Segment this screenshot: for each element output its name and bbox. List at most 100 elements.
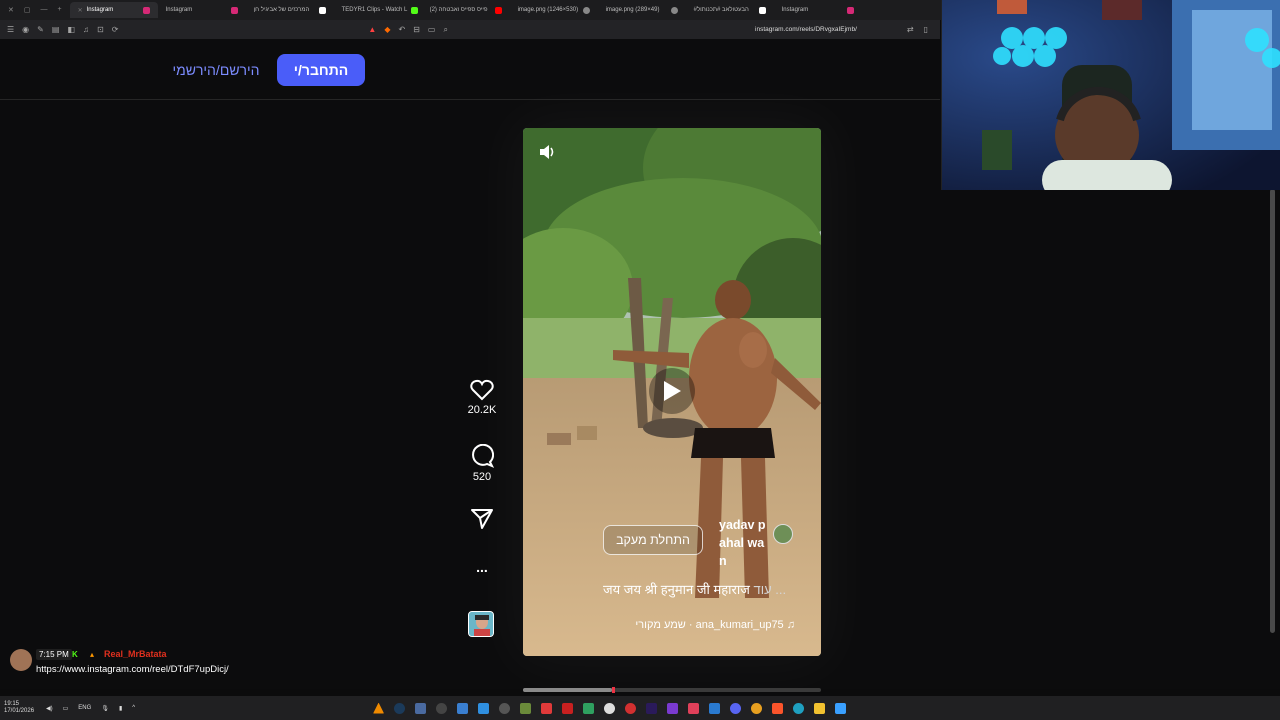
- app-icon[interactable]: [709, 702, 721, 714]
- music-icon[interactable]: ♫: [83, 25, 89, 34]
- login-button[interactable]: התחבר/י: [277, 54, 365, 86]
- app-icon[interactable]: [415, 702, 427, 714]
- tab-youtube[interactable]: (2) פייס ספייס ואבטחה: [422, 2, 510, 18]
- windows-start-icon[interactable]: [835, 702, 847, 714]
- minecraft-icon[interactable]: [520, 702, 532, 714]
- bookmark-icon[interactable]: ▯: [924, 25, 928, 34]
- panel-icon[interactable]: ◧: [67, 25, 75, 34]
- audio-info[interactable]: ♫ ana_kumari_up75 · שמע מקורי: [619, 619, 795, 631]
- tab-title: #הבעטולאב #תכנותול: [693, 7, 749, 13]
- tab-kick[interactable]: TEDYR1 Clips - Watch L: [334, 2, 422, 18]
- close-window-icon[interactable]: ✕: [8, 6, 14, 14]
- app-icon[interactable]: [583, 702, 595, 714]
- tab-close-icon[interactable]: ✕: [78, 7, 83, 14]
- volume-icon[interactable]: [537, 142, 557, 162]
- app-icon[interactable]: [688, 702, 700, 714]
- browser-toolbar: ☰ ◉ ✎ ▤ ◧ ♫ ⊡ ⟳ ▲ ◆ ↶ ⊟ ▭ ⌕ instagram.co…: [0, 20, 940, 39]
- warning-icon[interactable]: ▲: [368, 25, 376, 35]
- comment-icon[interactable]: [470, 444, 494, 468]
- tab-image[interactable]: image.png (289×49): [598, 2, 686, 18]
- microphone-icon[interactable]: 🎙︎: [101, 705, 109, 712]
- system-clock[interactable]: 19:15 17/01/2026: [0, 701, 40, 715]
- steam-icon[interactable]: [394, 702, 406, 714]
- clock-date: 17/01/2026: [4, 708, 35, 714]
- battery-icon[interactable]: ▮: [119, 705, 122, 712]
- tab-instagram-active[interactable]: ✕ Instagram: [69, 2, 158, 18]
- menu-icon[interactable]: ☰: [7, 25, 14, 34]
- app-icon[interactable]: [541, 702, 553, 714]
- instagram-icon: [846, 6, 854, 14]
- toolbar-mid-icons: ▲ ◆ ↶ ⊟ ▭ ⌕: [368, 25, 448, 35]
- instagram-icon: [142, 6, 150, 14]
- vlc-icon[interactable]: [373, 702, 385, 714]
- heart-icon[interactable]: [470, 379, 494, 401]
- brave-shield-icon[interactable]: ◆: [384, 25, 390, 35]
- follow-button[interactable]: התחלת מעקב: [603, 525, 703, 555]
- kick-icon: [411, 6, 419, 14]
- app-icon[interactable]: [562, 702, 574, 714]
- reel-progress-bar[interactable]: [523, 687, 821, 693]
- file-explorer-icon[interactable]: [814, 702, 826, 714]
- tab-title: המרכזים של אביגיל חן: [253, 7, 310, 13]
- tab-page[interactable]: המרכזים של אביגיל חן: [246, 2, 334, 18]
- speaker-icon[interactable]: ◀): [46, 705, 53, 712]
- page-scrollbar[interactable]: [1270, 189, 1275, 633]
- restore-window-icon[interactable]: ▢: [24, 6, 31, 14]
- brave-icon[interactable]: [772, 702, 784, 714]
- shield-icon[interactable]: ◉: [22, 25, 29, 34]
- address-bar[interactable]: instagram.com/reels/DRvgxaIEjmb/: [755, 26, 857, 33]
- comment-action[interactable]: 520: [462, 444, 502, 483]
- like-count: 20.2K: [467, 404, 497, 416]
- chrome-icon[interactable]: [751, 702, 763, 714]
- minimize-window-icon[interactable]: —: [41, 6, 48, 14]
- clock-time: 19:15: [4, 701, 20, 707]
- premiere-icon[interactable]: [646, 702, 658, 714]
- tab-instagram[interactable]: Instagram: [774, 2, 862, 18]
- app-icon[interactable]: [499, 702, 511, 714]
- app-icon[interactable]: [478, 702, 490, 714]
- tab-instagram[interactable]: Instagram: [158, 2, 246, 18]
- author-name[interactable]: yadav pahal wan: [719, 516, 771, 570]
- chatgpt-icon[interactable]: [604, 702, 616, 714]
- author-avatar[interactable]: [773, 524, 793, 544]
- audio-thumbnail[interactable]: [468, 611, 494, 637]
- like-action[interactable]: 20.2K: [462, 379, 502, 416]
- extension-icon[interactable]: ✎: [37, 25, 44, 34]
- edge-icon[interactable]: [793, 702, 805, 714]
- tab-tiktok[interactable]: #הבעטולאב #תכנותול: [686, 2, 774, 18]
- reel-caption[interactable]: ... עוד जय जय श्री हनुमान जी महाराज: [603, 580, 808, 598]
- reel-video[interactable]: yadav pahal wan התחלת מעקב ... עוד जय जय…: [523, 128, 821, 656]
- tiktok-icon: [758, 6, 766, 14]
- music-note-icon: ♫: [786, 619, 795, 631]
- split-icon[interactable]: ⊟: [413, 25, 420, 35]
- sync-icon[interactable]: ⇄: [907, 25, 914, 34]
- signup-link[interactable]: הירשם/הירשמי: [166, 54, 266, 86]
- caption-more[interactable]: ... עוד: [754, 582, 787, 597]
- youtube-icon: [494, 6, 502, 14]
- tab-icon[interactable]: ▭: [428, 25, 436, 35]
- obs-icon[interactable]: [436, 702, 448, 714]
- tab-title: Instagram: [781, 7, 809, 13]
- new-tab-icon[interactable]: +: [58, 6, 62, 14]
- back-icon[interactable]: ↶: [398, 25, 405, 35]
- instagram-header: התחבר/י הירשם/הירשמי: [0, 39, 940, 100]
- chevron-up-icon[interactable]: ^: [132, 705, 135, 711]
- share-action[interactable]: [462, 508, 502, 533]
- play-icon[interactable]: [649, 368, 695, 414]
- more-options-icon[interactable]: ...: [462, 559, 502, 575]
- screenshot-icon[interactable]: ⊡: [97, 25, 104, 34]
- tab-image[interactable]: image.png (1246×530): [510, 2, 598, 18]
- progress-marker[interactable]: [612, 687, 616, 693]
- network-icon[interactable]: ▭: [63, 705, 69, 712]
- audio-label: ana_kumari_up75 · שמע מקורי: [635, 619, 784, 631]
- screen: ✕ ▢ — + ✕ Instagram Instagram המרכזים של…: [0, 0, 1280, 720]
- app-icon[interactable]: [457, 702, 469, 714]
- app-icon[interactable]: [625, 702, 637, 714]
- share-icon[interactable]: [470, 508, 494, 530]
- discord-icon[interactable]: [730, 702, 742, 714]
- app-icon[interactable]: [667, 702, 679, 714]
- refresh-icon[interactable]: ⟳: [112, 25, 119, 34]
- search-icon[interactable]: ⌕: [443, 25, 447, 35]
- sidebar-icon[interactable]: ▤: [52, 25, 60, 34]
- language-indicator[interactable]: ENG: [78, 705, 91, 711]
